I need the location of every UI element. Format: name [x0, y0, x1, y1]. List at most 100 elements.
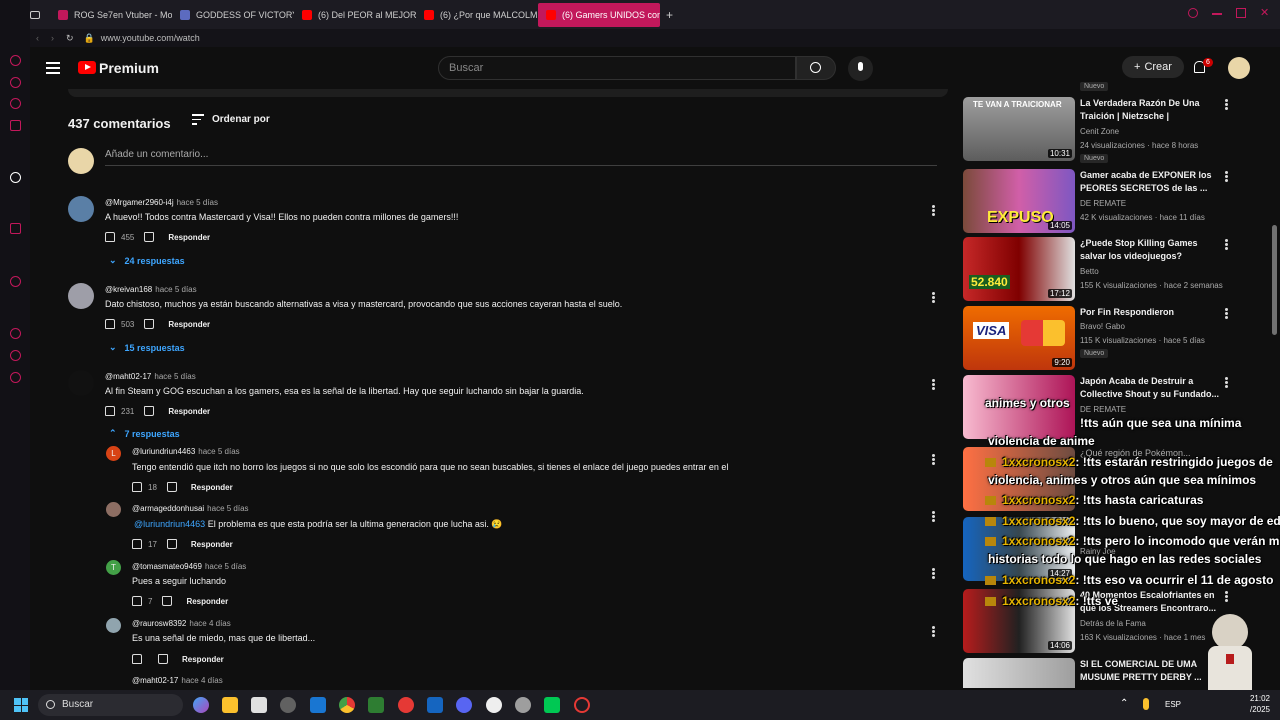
browser-tab-active[interactable]: (6) Gamers UNIDOS cont: [538, 2, 660, 27]
comment-more-icon[interactable]: [932, 379, 935, 390]
reply-author[interactable]: @maht02-17 hace 4 días: [132, 676, 223, 685]
minimize-icon[interactable]: [1212, 13, 1222, 15]
settings-icon[interactable]: [515, 697, 531, 713]
discord-icon[interactable]: [456, 697, 472, 713]
commenter-avatar[interactable]: [68, 196, 94, 222]
dislike-icon[interactable]: [166, 482, 177, 492]
windows-start-icon[interactable]: [14, 698, 28, 712]
recommended-video[interactable]: 52.840 17:12 ¿Puede Stop Killing Games s…: [963, 237, 1263, 303]
sidebar-gx-corner-icon[interactable]: [10, 77, 21, 88]
copilot-icon[interactable]: [193, 697, 209, 713]
comment-more-icon[interactable]: [932, 626, 935, 637]
sidebar-scrollbar[interactable]: [1272, 225, 1277, 335]
channel-name[interactable]: DE REMATE: [1080, 199, 1126, 208]
recommended-video[interactable]: EXPUSO 14:05 Gamer acaba de EXPONER los …: [963, 169, 1263, 235]
hide-replies-button[interactable]: ⌃ 7 respuestas: [109, 428, 180, 439]
comment-more-icon[interactable]: [932, 568, 935, 579]
sidebar-extensions-icon[interactable]: [10, 350, 21, 361]
menu-icon[interactable]: [46, 62, 60, 74]
video-title[interactable]: La Verdadera Razón De Una Traición | Nie…: [1080, 97, 1220, 123]
opera-gx-icon[interactable]: [574, 697, 590, 713]
xbox-icon[interactable]: [368, 697, 384, 713]
like-icon[interactable]: [105, 232, 115, 242]
forward-icon[interactable]: ›: [51, 33, 54, 43]
premium-logo-text[interactable]: Premium: [99, 60, 159, 76]
reply-avatar[interactable]: L: [106, 446, 121, 461]
like-icon[interactable]: [132, 482, 142, 492]
youtube-logo-icon[interactable]: [78, 61, 96, 74]
language-indicator[interactable]: ESP: [1165, 700, 1181, 709]
app-icon[interactable]: [280, 697, 296, 713]
dislike-icon[interactable]: [166, 539, 177, 549]
dislike-icon[interactable]: [158, 654, 168, 664]
video-title[interactable]: SI EL COMERCIAL DE UMA MUSUME PRETTY DER…: [1080, 658, 1220, 684]
show-replies-button[interactable]: ⌄ 15 respuestas: [109, 342, 185, 353]
obs-icon[interactable]: [486, 697, 502, 713]
store-icon[interactable]: [251, 697, 267, 713]
video-more-icon[interactable]: [1225, 377, 1228, 388]
like-icon[interactable]: [105, 406, 115, 416]
video-thumbnail[interactable]: [963, 658, 1075, 688]
like-icon[interactable]: [105, 319, 115, 329]
channel-name[interactable]: Detrás de la Fama: [1080, 619, 1146, 628]
video-title[interactable]: Gamer acaba de EXPONER los PEORES SECRET…: [1080, 169, 1220, 195]
sidebar-settings-icon[interactable]: [10, 372, 21, 383]
recommended-video[interactable]: VISA 9:20 Por Fin Respondieron Bravo! Ga…: [963, 306, 1263, 372]
dislike-icon[interactable]: [162, 596, 173, 606]
reload-icon[interactable]: ↻: [66, 33, 74, 44]
reply-button[interactable]: Responder: [168, 320, 210, 329]
search-tabs-icon[interactable]: [1188, 8, 1198, 18]
show-replies-button[interactable]: ⌄ 24 respuestas: [109, 255, 185, 266]
video-more-icon[interactable]: [1225, 171, 1228, 182]
create-button[interactable]: + Crear: [1122, 56, 1184, 78]
reply-author[interactable]: @luriundriun4463 hace 5 días: [132, 447, 240, 456]
video-thumbnail[interactable]: 52.840 17:12: [963, 237, 1075, 301]
tab-overview-icon[interactable]: [30, 10, 50, 19]
close-icon[interactable]: ✕: [1260, 8, 1270, 19]
sidebar-speed-dial-icon[interactable]: [10, 55, 21, 66]
recommended-video[interactable]: TE VAN A TRAICIONAR 10:31 La Verdadera R…: [963, 97, 1263, 163]
reply-author[interactable]: @armageddonhusai hace 5 días: [132, 504, 249, 513]
url-field[interactable]: www.youtube.com/watch: [101, 33, 200, 43]
sort-comments-button[interactable]: Ordenar por: [192, 114, 270, 125]
reply-button[interactable]: Responder: [191, 483, 233, 492]
search-input[interactable]: Buscar: [438, 56, 796, 80]
video-thumbnail[interactable]: EXPUSO 14:05: [963, 169, 1075, 233]
like-icon[interactable]: [132, 596, 142, 606]
dislike-icon[interactable]: [144, 406, 155, 416]
channel-name[interactable]: Betto: [1080, 267, 1099, 276]
sidebar-history-icon[interactable]: [10, 328, 21, 339]
reply-button[interactable]: Responder: [186, 597, 228, 606]
sidebar-messenger-icon[interactable]: [10, 120, 21, 131]
dislike-icon[interactable]: [144, 232, 155, 242]
browser-tab[interactable]: (6) ¿Por que MALCOLM P: [416, 3, 538, 27]
comment-author[interactable]: @kreivan168 hace 5 días: [105, 285, 197, 294]
like-icon[interactable]: [132, 539, 142, 549]
reply-button[interactable]: Responder: [182, 655, 224, 664]
reply-avatar[interactable]: [106, 618, 121, 633]
sidebar-player-icon[interactable]: [10, 276, 21, 287]
sidebar-twitch2-icon[interactable]: [10, 223, 21, 234]
video-more-icon[interactable]: [1225, 591, 1228, 602]
commenter-avatar[interactable]: [68, 370, 94, 396]
video-title[interactable]: Japón Acaba de Destruir a Collective Sho…: [1080, 375, 1220, 401]
tray-chevron-up-icon[interactable]: ⌃: [1120, 698, 1128, 709]
account-avatar[interactable]: [1228, 57, 1250, 79]
sidebar-twitch-icon[interactable]: [10, 98, 21, 109]
reply-author[interactable]: @tomasmateo9469 hace 5 días: [132, 562, 246, 571]
app-icon[interactable]: [544, 697, 560, 713]
opera-icon[interactable]: [398, 697, 414, 713]
back-icon[interactable]: ‹: [36, 33, 39, 43]
steam-icon[interactable]: [427, 697, 443, 713]
maximize-icon[interactable]: [1236, 8, 1246, 18]
mic-tray-icon[interactable]: [1143, 698, 1149, 710]
channel-name[interactable]: Cenit Zone: [1080, 127, 1119, 136]
browser-tab[interactable]: (6) Del PEOR al MEJOR P: [294, 3, 416, 27]
video-more-icon[interactable]: [1225, 239, 1228, 250]
reply-avatar[interactable]: [106, 502, 121, 517]
comment-more-icon[interactable]: [932, 454, 935, 465]
channel-name[interactable]: Bravo! Gabo: [1080, 322, 1125, 331]
taskbar-clock[interactable]: 21:02/2025: [1238, 693, 1270, 715]
video-title[interactable]: ¿Puede Stop Killing Games salvar los vid…: [1080, 237, 1220, 263]
search-button[interactable]: [796, 56, 836, 80]
